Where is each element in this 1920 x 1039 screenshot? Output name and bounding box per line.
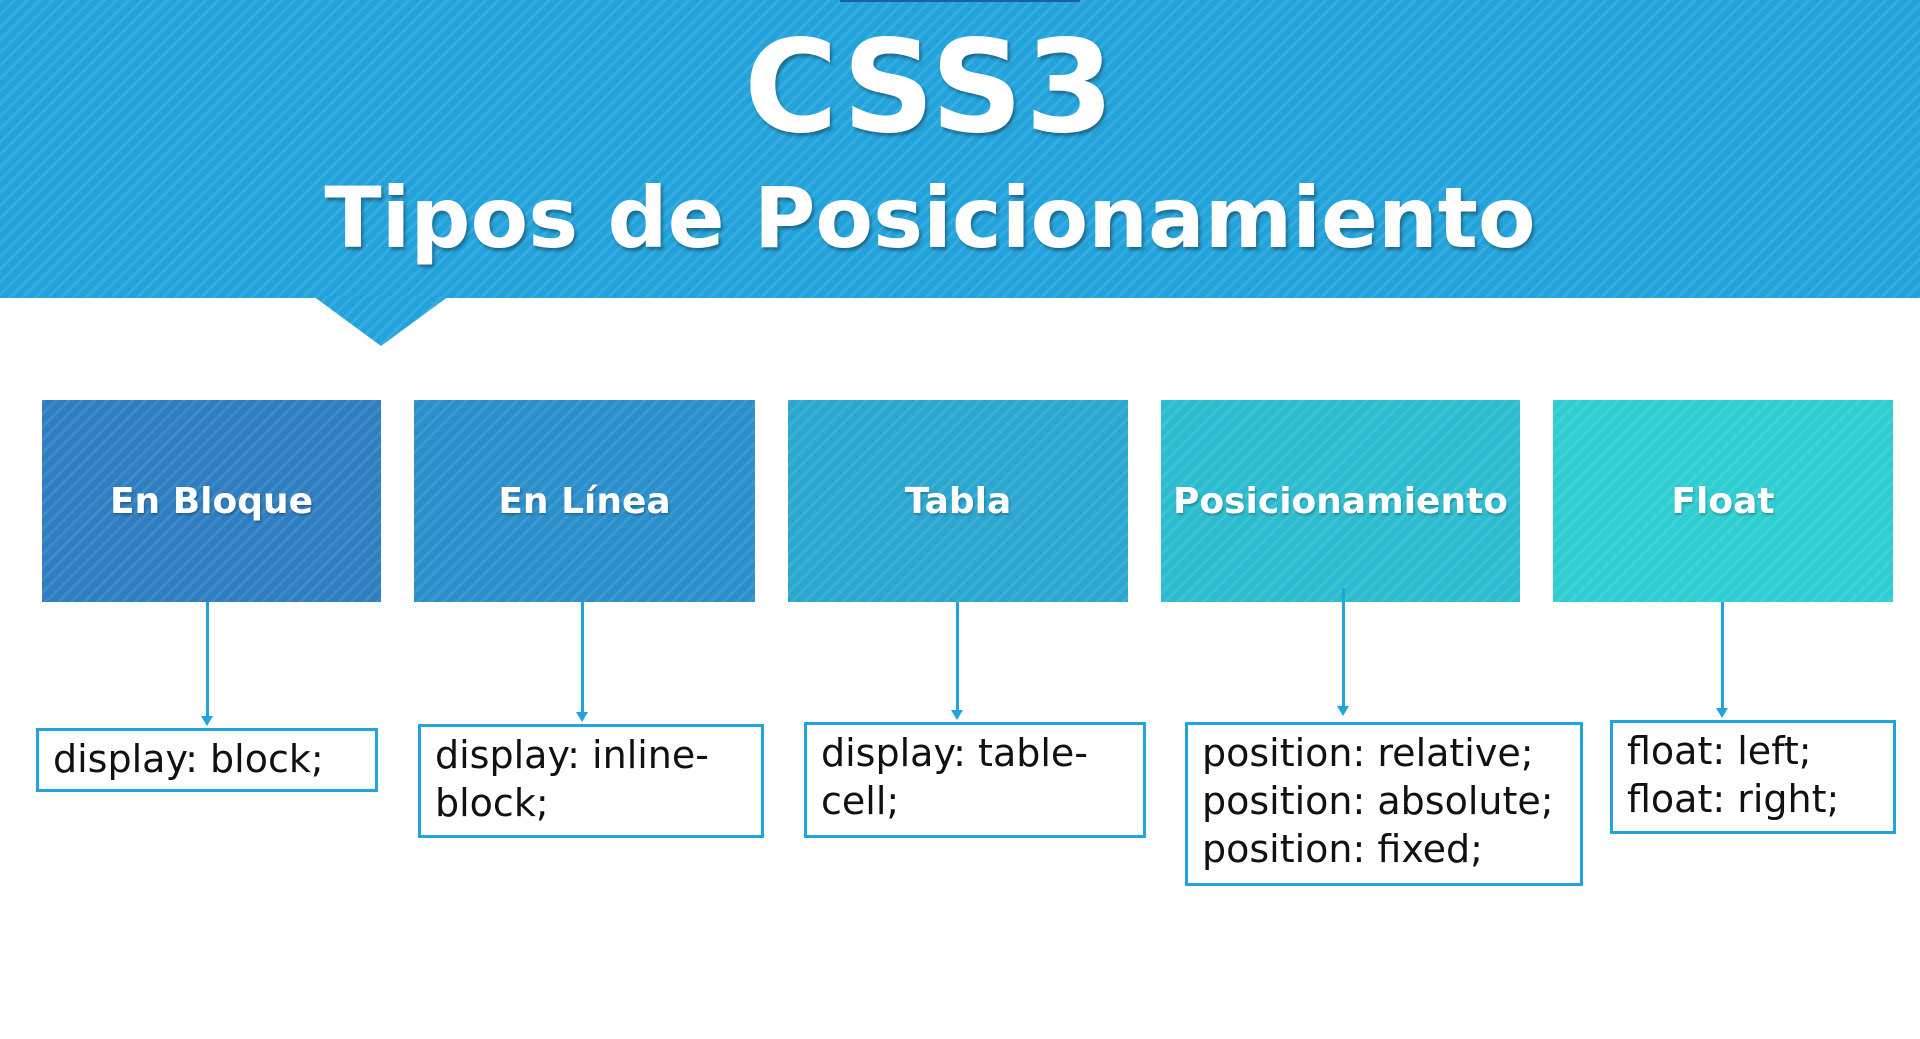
value-text: display: inline-: [435, 733, 709, 777]
connector-line: [206, 602, 209, 718]
connector-line: [581, 602, 584, 714]
category-box: Posicionamiento: [1161, 400, 1520, 602]
connector-line: [1342, 588, 1345, 708]
value-box: display: table-cell;: [804, 722, 1146, 838]
connector-line: [956, 602, 959, 712]
value-text: display: block;: [53, 737, 324, 781]
subtitle: Tipos de Posicionamiento: [324, 169, 1536, 267]
value-box: position: relative; position: absolute; po…: [1185, 722, 1583, 886]
category-box: Tabla: [788, 400, 1128, 602]
value-text: cell;: [821, 779, 900, 823]
value-box: float: left; float: right;: [1610, 720, 1896, 834]
arrowhead-icon: [201, 716, 213, 726]
value-text: position: fixed;: [1202, 827, 1483, 871]
value-box: display: block;: [36, 728, 378, 792]
arrowhead-icon: [1337, 706, 1349, 716]
category-box: En Línea: [414, 400, 755, 602]
category-box: En Bloque: [42, 400, 381, 602]
top-edge-mark: [840, 0, 1080, 2]
arrowhead-icon: [1716, 708, 1728, 718]
value-text: position: relative;: [1202, 731, 1534, 775]
value-text: float: right;: [1627, 777, 1840, 821]
arrowhead-icon: [951, 710, 963, 720]
value-text: float: left;: [1627, 729, 1812, 773]
connector-line: [1721, 602, 1724, 710]
value-text: position: absolute;: [1202, 779, 1554, 823]
category-box: Float: [1553, 400, 1893, 602]
value-text: display: table-: [821, 731, 1089, 775]
value-box: display: inline-block;: [418, 724, 764, 838]
header-pointer: [313, 296, 449, 346]
value-text: block;: [435, 781, 549, 825]
arrowhead-icon: [576, 712, 588, 722]
title: CSS3: [744, 13, 1116, 162]
